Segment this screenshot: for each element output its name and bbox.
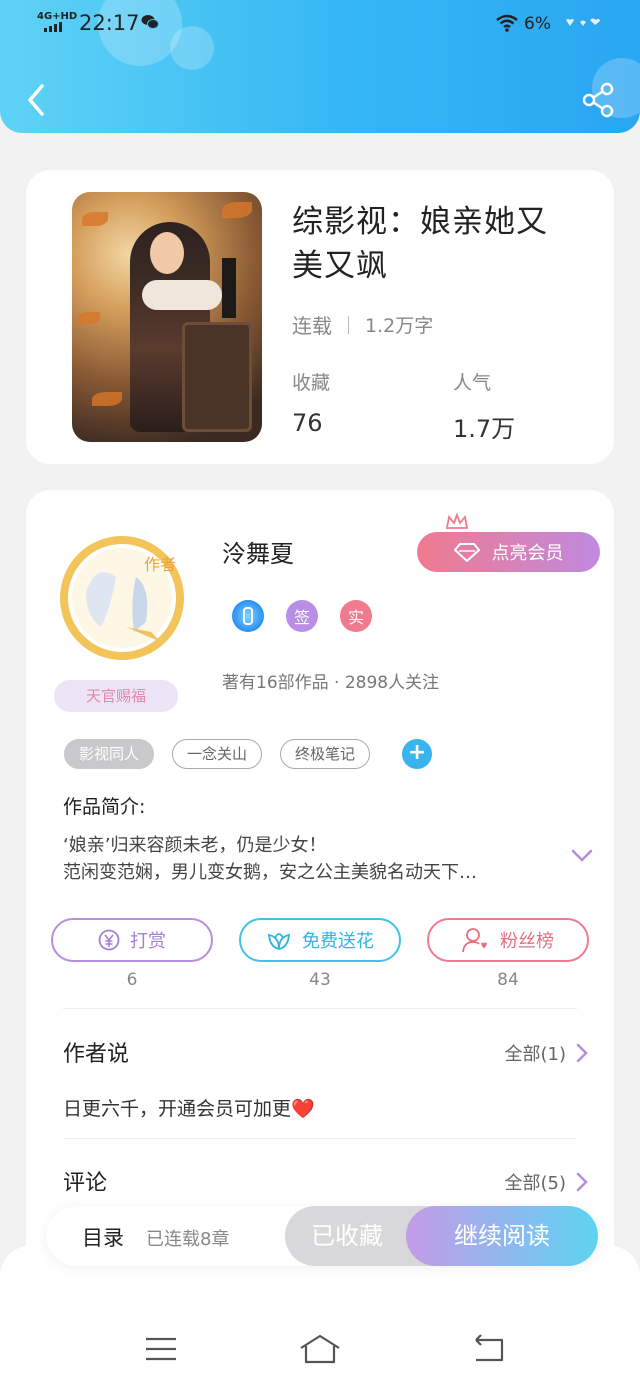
wifi-icon — [496, 14, 518, 32]
signed-badge: 签 — [286, 600, 318, 632]
flower-label: 免费送花 — [302, 931, 374, 952]
tip-label: 打赏 — [130, 931, 166, 952]
tag-chip[interactable]: 一念关山 — [172, 739, 263, 769]
fan-ranking-button[interactable]: 粉丝榜 — [427, 918, 589, 962]
author-badges: 签 实 — [232, 600, 372, 632]
word-count: 1.2万字 — [365, 315, 434, 337]
tag-chip[interactable]: 影视同人 — [64, 739, 155, 769]
author-says-title: 作者说 — [63, 1042, 130, 1067]
home-icon[interactable] — [298, 1334, 342, 1364]
author-says-text: 日更六千，开通会员可加更❤️ — [63, 1098, 315, 1120]
author-info-card: 作者 天官赐福 泠舞夏 点亮会员 签 实 著有16部作品 · 2898人关注 影… — [26, 490, 614, 1250]
divider — [348, 315, 349, 334]
fans-label: 粉丝榜 — [500, 931, 554, 952]
cover-leaf — [92, 392, 122, 406]
book-title-line: 综影视：娘亲她又 — [292, 204, 548, 240]
vip-button-label: 点亮会员 — [491, 543, 564, 564]
intro-line: ‘娘亲’归来容颜未老，仍是少女！ — [63, 835, 327, 856]
chevron-right-icon — [576, 1043, 588, 1063]
intro-title: 作品简介: — [63, 796, 146, 818]
diamond-icon — [453, 543, 480, 562]
divider — [63, 1138, 577, 1139]
chapter-count: 已连载8章 — [146, 1229, 230, 1250]
level-badge-icon — [232, 600, 264, 632]
popularity-stat: 人气 1.7万 — [453, 368, 515, 444]
intro-text: ‘娘亲’归来容颜未老，仍是少女！ 范闲变范娴，男儿变女鹅，安之公主美貌名动天下… — [63, 832, 563, 886]
cover-leaf — [78, 312, 100, 324]
author-stats: 著有16部作品 · 2898人关注 — [222, 673, 440, 693]
comments-all-link[interactable]: 全部(5) — [505, 1169, 589, 1195]
tag-list: 影视同人 一念关山 终极笔记 + — [64, 739, 433, 769]
comments-all-label: 全部(5) — [504, 1173, 567, 1194]
book-info-card: 综影视：娘亲她又 美又飒 连载 1.2万字 收藏 76 人气 1.7万 — [26, 170, 614, 464]
battery-level: 6% — [524, 14, 551, 34]
favorites-stat: 收藏 76 — [292, 368, 330, 437]
notification-icons — [566, 18, 600, 26]
bottom-sheet — [0, 1246, 640, 1387]
toc-button[interactable]: 目录 — [82, 1222, 124, 1252]
intro-line: 范闲变范娴，男儿变女鹅，安之公主美貌名动天下… — [63, 862, 477, 883]
tag-chip[interactable]: 终极笔记 — [280, 739, 371, 769]
book-status-row: 连载 1.2万字 — [292, 310, 433, 339]
cover-face — [150, 232, 184, 274]
popularity-label: 人气 — [453, 372, 492, 394]
author-title-badge: 天官赐福 — [54, 680, 178, 712]
yuan-coin-icon — [98, 929, 120, 951]
clock: 22:17 — [79, 11, 140, 35]
popularity-value: 1.7万 — [453, 415, 516, 443]
cover-fur — [142, 280, 222, 310]
book-title: 综影视：娘亲她又 美又飒 — [292, 200, 592, 288]
divider — [63, 1008, 577, 1009]
signal-icon — [44, 22, 62, 32]
chevron-right-icon — [576, 1172, 588, 1192]
flower-icon — [268, 933, 290, 950]
cover-leaf — [222, 202, 252, 218]
avatar-author-text: 作者 — [144, 555, 176, 574]
cover-suitcase — [182, 322, 252, 432]
favorites-value: 76 — [292, 409, 323, 437]
share-icon[interactable] — [580, 82, 616, 118]
status-bar: 4G+HD 22:17 6% — [0, 0, 640, 50]
vip-button[interactable]: 点亮会员 — [417, 532, 600, 572]
book-title-line: 美又飒 — [292, 248, 388, 284]
author-name[interactable]: 泠舞夏 — [222, 534, 294, 569]
bottom-action-bar: 目录 已连载8章 已收藏 继续阅读 — [46, 1206, 598, 1266]
back-chevron-icon[interactable] — [20, 80, 50, 120]
back-nav-icon[interactable] — [472, 1334, 504, 1362]
tip-button[interactable]: 打赏 — [51, 918, 213, 962]
comments-title: 评论 — [63, 1171, 108, 1196]
cover-leaf — [82, 212, 108, 226]
network-label: 4G+HD — [37, 11, 78, 22]
continue-reading-button[interactable]: 继续阅读 — [406, 1206, 598, 1266]
cover-title-tag — [222, 258, 236, 318]
expand-chevron-icon[interactable] — [570, 848, 594, 864]
fans-count: 84 — [497, 970, 519, 990]
flower-count: 43 — [309, 970, 331, 990]
author-says-all-label: 全部(1) — [504, 1044, 567, 1065]
wechat-icon — [141, 15, 159, 29]
book-cover[interactable] — [72, 192, 262, 442]
author-avatar[interactable]: 作者 — [56, 532, 188, 664]
tip-count: 6 — [126, 970, 138, 990]
crown-icon — [445, 512, 469, 529]
add-tag-icon[interactable]: + — [402, 739, 433, 769]
top-header: 4G+HD 22:17 6% — [0, 0, 640, 133]
send-flower-button[interactable]: 免费送花 — [239, 918, 401, 962]
verified-badge: 实 — [340, 600, 372, 632]
menu-icon[interactable] — [145, 1336, 177, 1362]
author-says-all-link[interactable]: 全部(1) — [505, 1040, 589, 1066]
fan-user-icon — [462, 928, 487, 953]
serial-status: 连载 — [292, 314, 332, 338]
favorites-label: 收藏 — [292, 372, 331, 394]
